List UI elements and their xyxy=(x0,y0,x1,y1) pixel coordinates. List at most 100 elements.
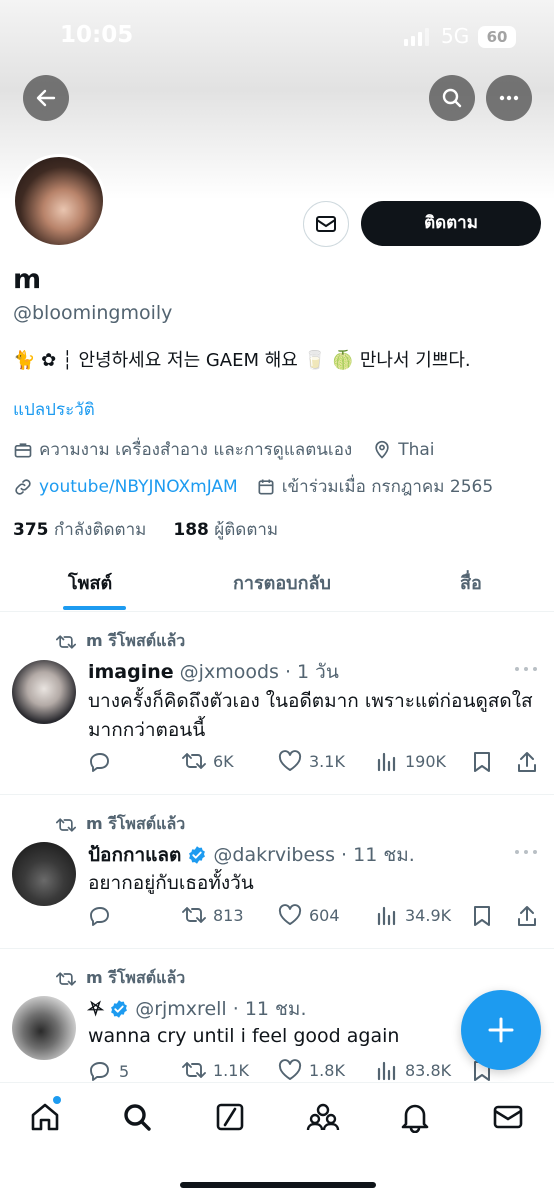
reply-button[interactable] xyxy=(88,750,119,774)
like-button[interactable]: 3.1K xyxy=(278,750,345,772)
repost-button[interactable]: 813 xyxy=(182,904,244,926)
location-pin-icon xyxy=(375,440,389,459)
heart-icon xyxy=(278,904,302,925)
bookmark-button[interactable] xyxy=(471,904,500,928)
repost-button[interactable]: 1.1K xyxy=(182,1059,249,1081)
tab-replies[interactable]: การตอบกลับ xyxy=(233,568,331,597)
views-count: 83.8K xyxy=(405,1060,452,1080)
following-label: กำลังติดตาม xyxy=(53,520,147,540)
bookmark-icon xyxy=(474,752,490,772)
profile-meta-row-1: ความงาม เครื่องสำอาง และการดูแลตนเอง Tha… xyxy=(13,436,435,463)
nav-messages[interactable] xyxy=(490,1099,526,1135)
share-icon xyxy=(518,906,536,926)
followers-count: 188 xyxy=(173,520,209,540)
views-button[interactable]: 190K xyxy=(376,750,446,772)
post-more-icon[interactable] xyxy=(514,666,538,672)
post-author-username[interactable]: @rjmxrell xyxy=(135,998,226,1020)
post-actions: 813 604 34.9K xyxy=(88,904,540,932)
post-actions: 6K 3.1K 190K xyxy=(88,750,540,778)
share-button[interactable] xyxy=(516,904,545,928)
repost-button[interactable]: 6K xyxy=(182,750,234,772)
post-author-name[interactable]: imagine xyxy=(88,661,174,683)
envelope-icon xyxy=(316,216,336,232)
post-author-name[interactable]: ⛧ xyxy=(88,998,103,1020)
message-button[interactable] xyxy=(303,201,349,247)
like-button[interactable]: 604 xyxy=(278,904,340,926)
post-header: ⛧ @rjmxrell · 11 ชม. xyxy=(88,994,307,1024)
search-button[interactable] xyxy=(429,75,475,121)
views-count: 190K xyxy=(405,751,447,771)
bookmark-button[interactable] xyxy=(471,750,500,774)
reply-icon xyxy=(90,753,109,772)
reply-count: 5 xyxy=(119,1061,130,1081)
nav-notifications[interactable] xyxy=(397,1099,433,1135)
post-author-avatar[interactable] xyxy=(12,842,76,906)
like-button[interactable]: 1.8K xyxy=(278,1059,345,1081)
signal-icon xyxy=(404,28,429,46)
back-button[interactable] xyxy=(23,75,69,121)
repost-icon xyxy=(182,1062,206,1078)
followers-label: ผู้ติดตาม xyxy=(214,520,279,540)
post-text: อยากอยู่กับเธอทั้งวัน xyxy=(88,872,254,894)
like-count: 1.8K xyxy=(309,1060,345,1080)
reply-button[interactable] xyxy=(88,904,119,928)
views-button[interactable]: 34.9K xyxy=(376,904,451,926)
battery-indicator: 60 xyxy=(478,26,516,48)
repost-label: m รีโพสต์แล้ว xyxy=(86,814,186,833)
profile-website-link[interactable]: youtube/NBYJNOXmJAM xyxy=(39,477,238,497)
plus-icon xyxy=(488,1017,514,1043)
profile-meta-row-2: youtube/NBYJNOXmJAM เข้าร่วมเมื่อ กรกฎาค… xyxy=(13,473,493,500)
repost-icon xyxy=(182,907,206,923)
profile-bio: 🐈 ✿ ┆ 안녕하세요 저는 GAEM 해요 🥛 🍈 만나서 기쁘다. xyxy=(13,350,471,371)
following-link[interactable]: 375 กำลังติดตาม xyxy=(13,520,146,540)
post-text: บางครั้งก็คิดถึงตัวเอง ในอดีตมาก เพราะแต… xyxy=(88,690,533,741)
home-icon xyxy=(31,1103,59,1131)
repost-count: 813 xyxy=(213,905,244,925)
arrow-left-icon xyxy=(36,89,56,107)
envelope-icon xyxy=(493,1105,523,1129)
tab-media[interactable]: สื่อ xyxy=(460,568,482,597)
views-count: 34.9K xyxy=(405,905,452,925)
home-notification-dot xyxy=(53,1096,61,1104)
active-tab-indicator xyxy=(63,606,126,610)
reply-button[interactable]: 5 xyxy=(88,1059,129,1083)
like-count: 604 xyxy=(309,905,340,925)
repost-count: 1.1K xyxy=(213,1060,249,1080)
post-author-name[interactable]: ป้อกกาแลต xyxy=(88,840,181,870)
bookmark-icon xyxy=(474,906,490,926)
tab-posts[interactable]: โพสต์ xyxy=(68,568,112,597)
following-count: 375 xyxy=(13,520,49,540)
verified-badge-icon xyxy=(111,1000,128,1018)
repost-label: m รีโพสต์แล้ว xyxy=(86,631,186,650)
translate-bio-link[interactable]: แปลประวัติ xyxy=(13,396,95,423)
views-icon xyxy=(377,752,396,772)
reply-icon xyxy=(90,907,109,926)
nav-communities[interactable] xyxy=(305,1099,341,1135)
post-item[interactable]: m รีโพสต์แล้ว ป้อกกาแลต @dakrvibess · 11… xyxy=(0,796,554,949)
post-more-icon[interactable] xyxy=(514,849,538,855)
follow-button[interactable]: ติดตาม xyxy=(361,201,541,246)
views-button[interactable]: 83.8K xyxy=(376,1059,451,1081)
communities-icon xyxy=(306,1103,340,1131)
nav-search[interactable] xyxy=(119,1099,155,1135)
profile-avatar[interactable] xyxy=(12,154,106,248)
post-author-username[interactable]: @jxmoods xyxy=(180,661,279,683)
post-header: imagine @jxmoods · 1 วัน xyxy=(88,657,339,687)
share-button[interactable] xyxy=(516,750,545,774)
nav-home[interactable] xyxy=(27,1099,63,1135)
heart-icon xyxy=(278,1059,302,1080)
profile-location: Thai xyxy=(398,439,435,460)
post-author-avatar[interactable] xyxy=(12,660,76,724)
more-button[interactable] xyxy=(486,75,532,121)
profile-joined-date: เข้าร่วมเมื่อ กรกฎาคม 2565 xyxy=(281,477,494,497)
follow-counts: 375 กำลังติดตาม 188 ผู้ติดตาม xyxy=(13,516,278,543)
compose-button[interactable] xyxy=(461,990,541,1070)
repost-header: m รีโพสต์แล้ว xyxy=(56,629,185,654)
post-author-username[interactable]: @dakrvibess xyxy=(213,844,335,866)
post-item[interactable]: m รีโพสต์แล้ว imagine @jxmoods · 1 วัน บ… xyxy=(0,613,554,795)
nav-grok[interactable] xyxy=(212,1099,248,1135)
post-author-avatar[interactable] xyxy=(12,996,76,1060)
bell-icon xyxy=(401,1104,429,1133)
followers-link[interactable]: 188 ผู้ติดตาม xyxy=(173,520,278,540)
profile-handle: @bloomingmoily xyxy=(13,302,173,324)
